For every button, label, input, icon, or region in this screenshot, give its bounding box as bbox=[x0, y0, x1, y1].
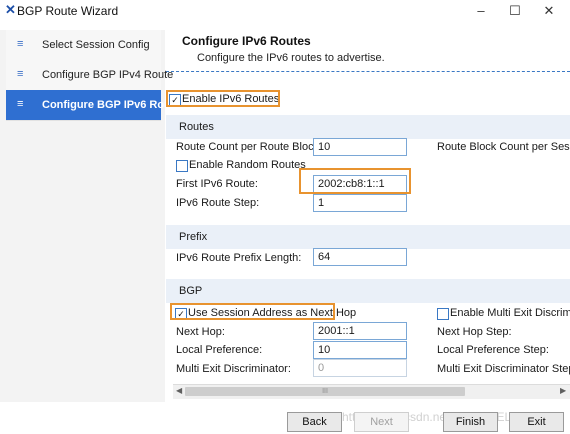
ipv6-route-step-input[interactable]: 1 bbox=[313, 194, 407, 212]
local-preference-step-label: Local Preference Step: bbox=[437, 344, 549, 356]
content-panel: ✓ Enable IPv6 Routes Routes Route Count … bbox=[166, 86, 570, 398]
bgp-section-header: BGP bbox=[166, 279, 570, 303]
enable-med-checkbox[interactable] bbox=[437, 308, 449, 320]
med-label: Multi Exit Discriminator: bbox=[176, 363, 291, 375]
enable-random-routes-label: Enable Random Routes bbox=[189, 159, 306, 171]
minimize-button[interactable]: – bbox=[466, 2, 496, 20]
highlight-box bbox=[166, 90, 280, 107]
sidebar-item-label: Select Session Config bbox=[42, 39, 150, 51]
horizontal-scrollbar[interactable]: ◀ III ▶ bbox=[173, 384, 570, 399]
prefix-length-label: IPv6 Route Prefix Length: bbox=[176, 252, 302, 264]
bgp-section-title: BGP bbox=[179, 285, 203, 297]
header-divider bbox=[166, 71, 570, 72]
list-icon: ≡ bbox=[17, 38, 24, 50]
window-title: BGP Route Wizard bbox=[17, 4, 119, 18]
highlight-box bbox=[299, 168, 411, 194]
local-preference-input[interactable]: 10 bbox=[313, 341, 407, 359]
ipv6-route-step-label: IPv6 Route Step: bbox=[176, 197, 260, 209]
sidebar-item-select-session-config[interactable]: ≡ Select Session Config bbox=[6, 30, 161, 61]
route-block-count-label: Route Block Count per Session: bbox=[437, 141, 570, 153]
route-count-input[interactable]: 10 bbox=[313, 138, 407, 156]
routes-section-title: Routes bbox=[179, 121, 214, 133]
next-hop-step-label: Next Hop Step: bbox=[437, 326, 512, 338]
route-count-label: Route Count per Route Block: bbox=[176, 141, 323, 153]
sidebar-item-configure-ipv6[interactable]: ≡ Configure BGP IPv6 Route bbox=[6, 90, 181, 121]
scrollbar-thumb[interactable]: III bbox=[185, 387, 465, 396]
enable-random-routes-checkbox[interactable] bbox=[176, 160, 188, 172]
sidebar-item-label: Configure BGP IPv6 Route bbox=[42, 99, 181, 111]
med-input[interactable]: 0 bbox=[313, 359, 407, 377]
title-bar: ✕ BGP Route Wizard – ☐ ✕ bbox=[0, 0, 570, 22]
local-preference-label: Local Preference: bbox=[176, 344, 263, 356]
close-button[interactable]: ✕ bbox=[534, 2, 564, 20]
med-step-label: Multi Exit Discriminator Step: bbox=[437, 363, 570, 375]
prefix-length-input[interactable]: 64 bbox=[313, 248, 407, 266]
next-button[interactable]: Next bbox=[354, 412, 409, 432]
exit-button[interactable]: Exit bbox=[509, 412, 564, 432]
scroll-left-icon[interactable]: ◀ bbox=[176, 386, 182, 395]
enable-med-label: Enable Multi Exit Discriminator bbox=[450, 307, 570, 319]
first-ipv6-route-label: First IPv6 Route: bbox=[176, 178, 258, 190]
page-title: Configure IPv6 Routes bbox=[182, 34, 311, 48]
next-hop-input[interactable]: 2001::1 bbox=[313, 322, 407, 340]
back-button[interactable]: Back bbox=[287, 412, 342, 432]
highlight-box bbox=[170, 303, 335, 320]
routes-section-header: Routes bbox=[166, 115, 570, 139]
page-subtitle: Configure the IPv6 routes to advertise. bbox=[197, 52, 385, 64]
list-icon: ≡ bbox=[17, 68, 24, 80]
sidebar: ≡ Select Session Config ≡ Configure BGP … bbox=[0, 30, 181, 402]
prefix-section-header: Prefix bbox=[166, 225, 570, 249]
prefix-section-title: Prefix bbox=[179, 231, 208, 243]
next-hop-label: Next Hop: bbox=[176, 326, 225, 338]
scroll-right-icon[interactable]: ▶ bbox=[560, 386, 566, 395]
list-icon: ≡ bbox=[17, 98, 24, 110]
finish-button[interactable]: Finish bbox=[443, 412, 498, 432]
sidebar-item-configure-ipv4[interactable]: ≡ Configure BGP IPv4 Route bbox=[6, 60, 173, 91]
sidebar-item-label: Configure BGP IPv4 Route bbox=[42, 69, 174, 81]
maximize-button[interactable]: ☐ bbox=[500, 2, 530, 20]
